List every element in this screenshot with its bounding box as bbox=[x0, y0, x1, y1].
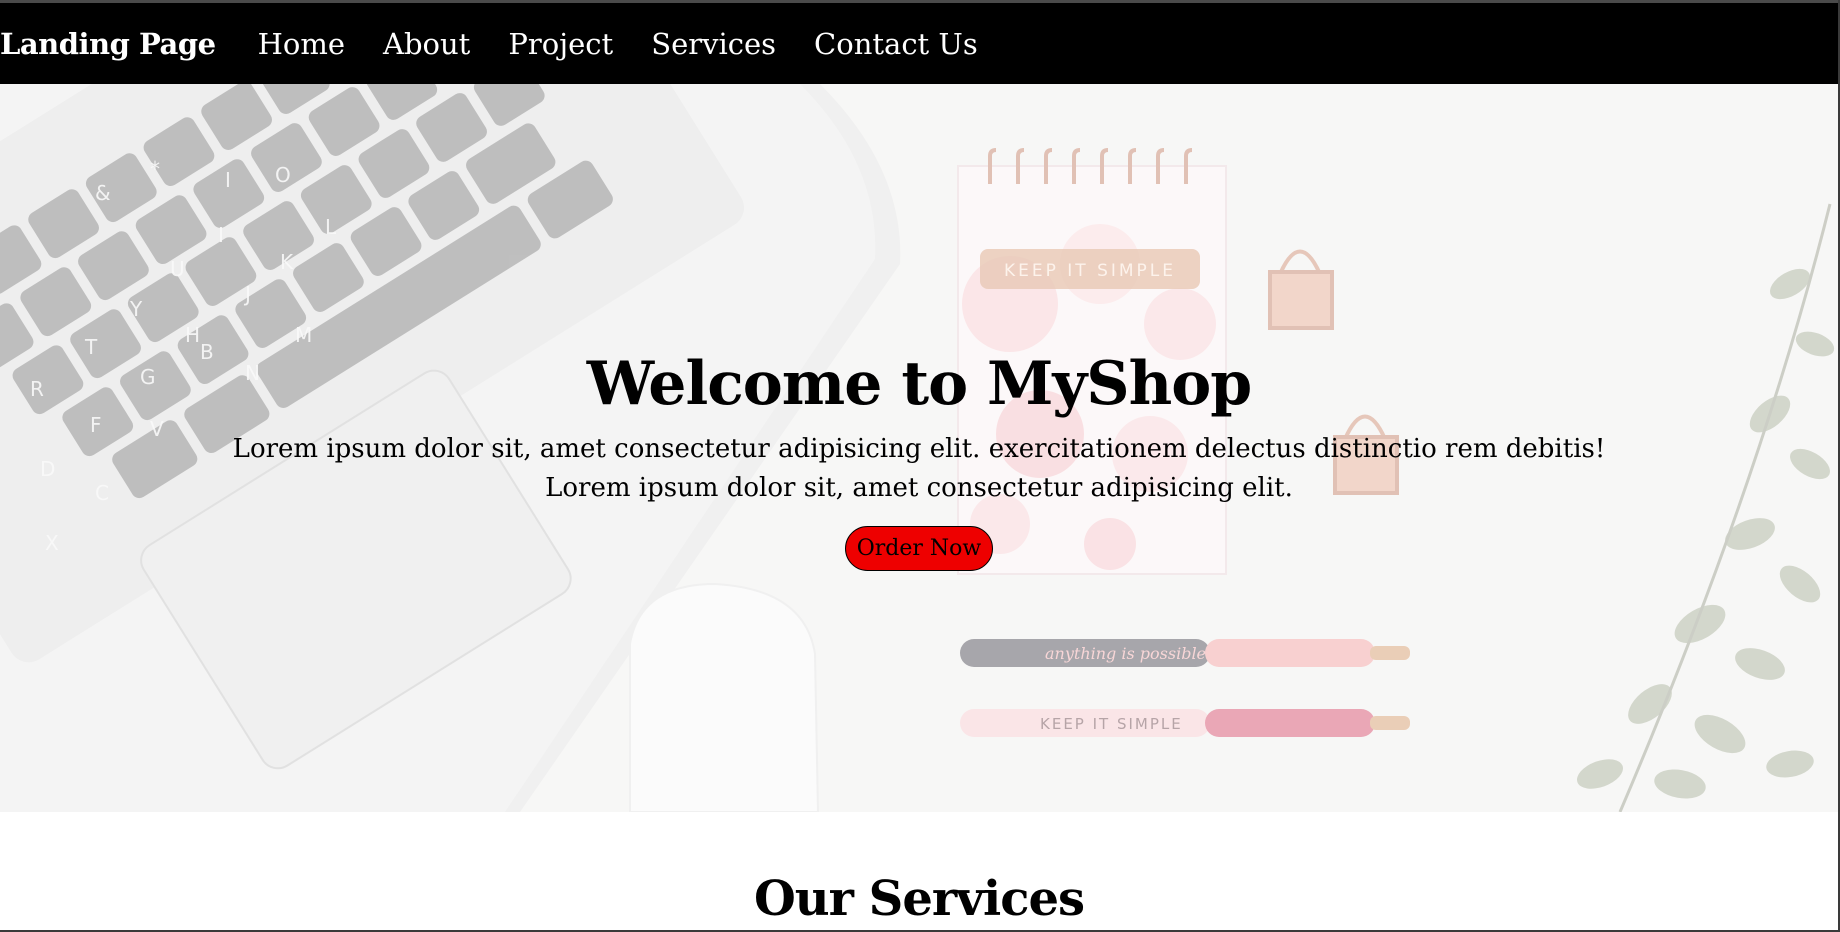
nav-item-home: Home bbox=[258, 27, 345, 61]
nav-link-home[interactable]: Home bbox=[258, 27, 345, 61]
hero-description-line-2: Lorem ipsum dolor sit, amet consectetur … bbox=[545, 473, 1293, 503]
nav-links: Home About Project Services Contact Us bbox=[258, 27, 1016, 61]
nav-item-project: Project bbox=[508, 27, 613, 61]
nav-item-contact: Contact Us bbox=[814, 27, 978, 61]
hero-description-line-1: Lorem ipsum dolor sit, amet consectetur … bbox=[232, 434, 1606, 464]
hero-title: Welcome to MyShop bbox=[586, 349, 1252, 419]
hero-content: Welcome to MyShop Lorem ipsum dolor sit,… bbox=[0, 342, 1838, 571]
order-now-button[interactable]: Order Now bbox=[844, 526, 994, 571]
nav-item-services: Services bbox=[651, 27, 776, 61]
nav-link-services[interactable]: Services bbox=[651, 27, 776, 61]
nav-link-contact-us[interactable]: Contact Us bbox=[814, 27, 978, 61]
services-section: Our Services bbox=[0, 812, 1838, 930]
hero-section: & * I O U I K L Y H J T G B N M R F V D … bbox=[0, 84, 1838, 812]
nav-link-about[interactable]: About bbox=[383, 27, 470, 61]
nav-item-about: About bbox=[383, 27, 470, 61]
navbar: Landing Page Home About Project Services… bbox=[0, 3, 1838, 84]
services-title: Our Services bbox=[753, 871, 1085, 927]
hero-description: Lorem ipsum dolor sit, amet consectetur … bbox=[0, 430, 1838, 508]
brand-logo[interactable]: Landing Page bbox=[0, 27, 216, 61]
page: Landing Page Home About Project Services… bbox=[0, 0, 1838, 930]
nav-link-project[interactable]: Project bbox=[508, 27, 613, 61]
